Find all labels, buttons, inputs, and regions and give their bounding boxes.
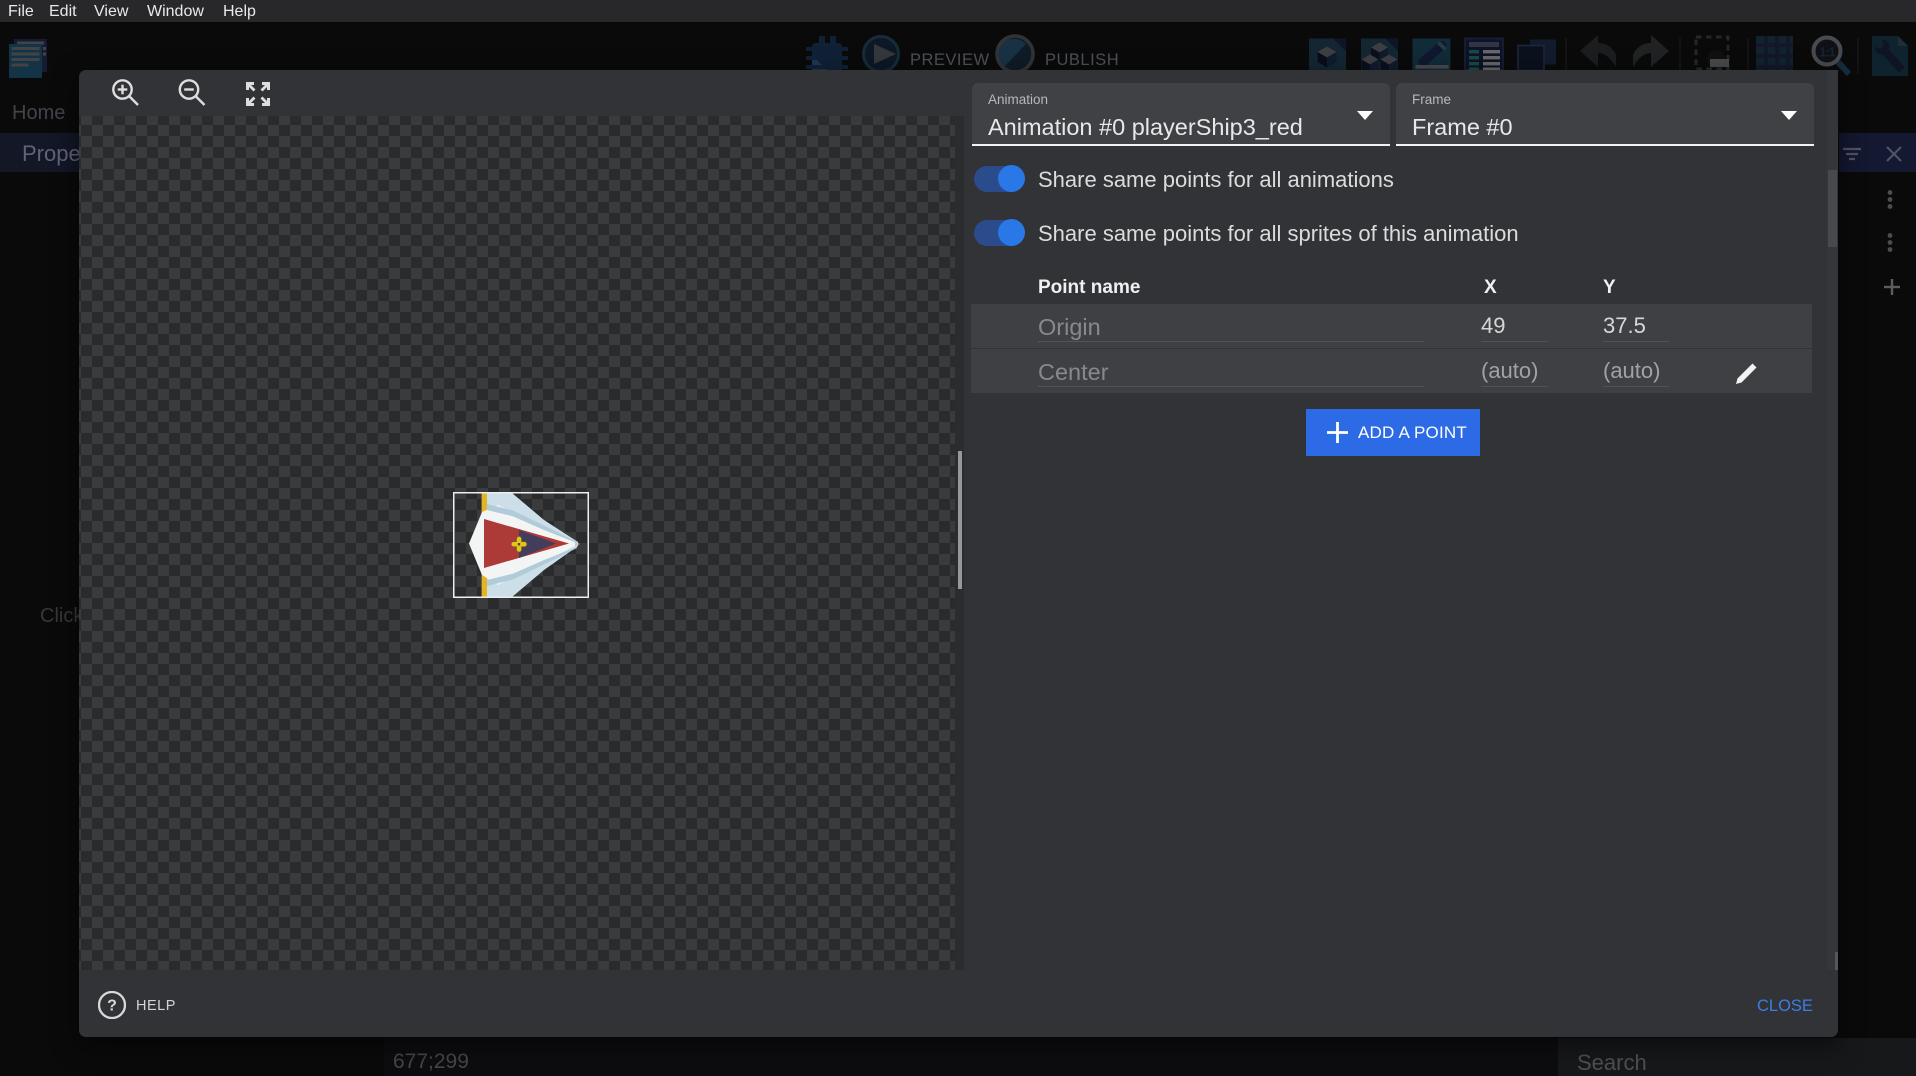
svg-text:1:1: 1:1 <box>1819 45 1836 60</box>
svg-text:?: ? <box>107 998 117 1015</box>
svg-text:PREVIEW: PREVIEW <box>910 51 990 69</box>
svg-text:PUBLISH: PUBLISH <box>1045 51 1119 69</box>
